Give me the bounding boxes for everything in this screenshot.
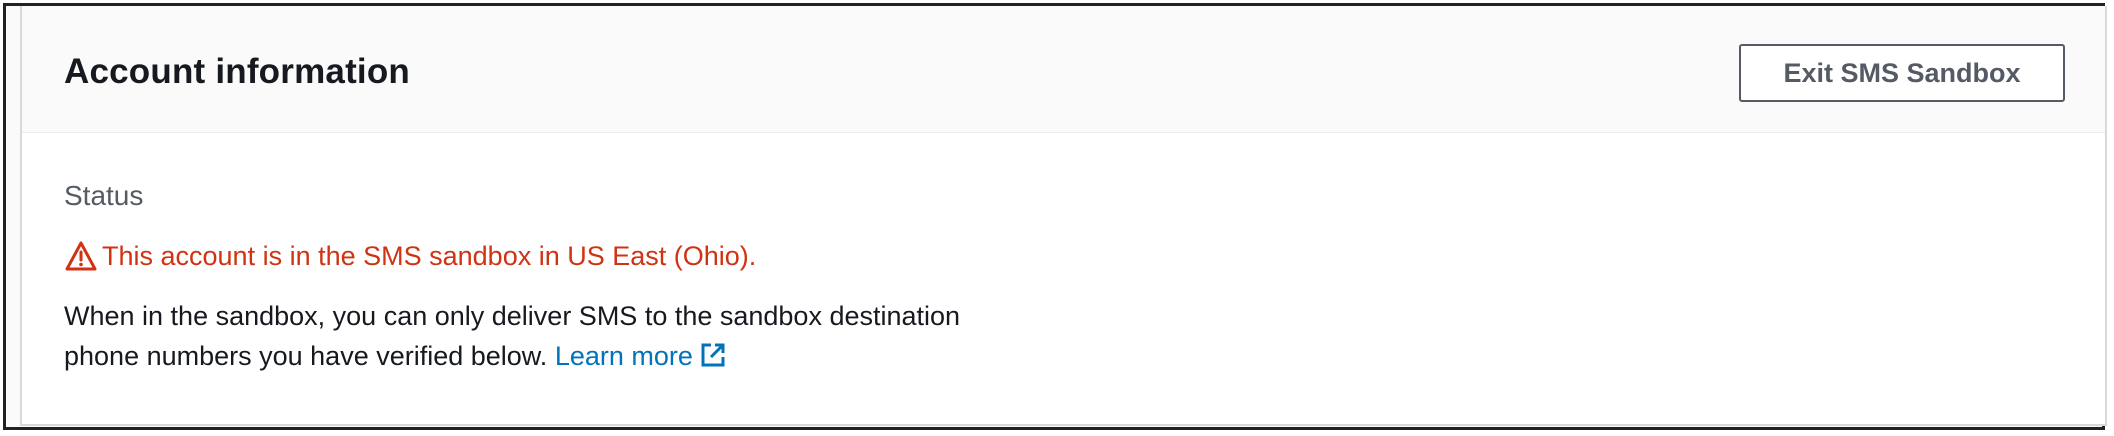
description-line-2: phone numbers you have verified below. xyxy=(64,341,548,371)
warning-triangle-icon xyxy=(65,241,97,271)
learn-more-link[interactable]: Learn more xyxy=(555,341,727,371)
account-information-panel: Account information Exit SMS Sandbox Sta… xyxy=(20,6,2107,426)
sandbox-description: When in the sandbox, you can only delive… xyxy=(64,296,1064,376)
screenshot-frame: Account information Exit SMS Sandbox Sta… xyxy=(3,3,2107,430)
external-link-icon xyxy=(701,343,725,367)
learn-more-label: Learn more xyxy=(554,341,693,371)
status-warning-text: This account is in the SMS sandbox in US… xyxy=(102,240,757,271)
status-warning: This account is in the SMS sandbox in US… xyxy=(64,239,756,273)
panel-header: Account information Exit SMS Sandbox xyxy=(22,6,2105,133)
exit-sms-sandbox-button[interactable]: Exit SMS Sandbox xyxy=(1739,44,2065,102)
panel-title: Account information xyxy=(64,52,411,91)
description-line-1: When in the sandbox, you can only delive… xyxy=(64,301,961,331)
status-label: Status xyxy=(64,180,144,211)
